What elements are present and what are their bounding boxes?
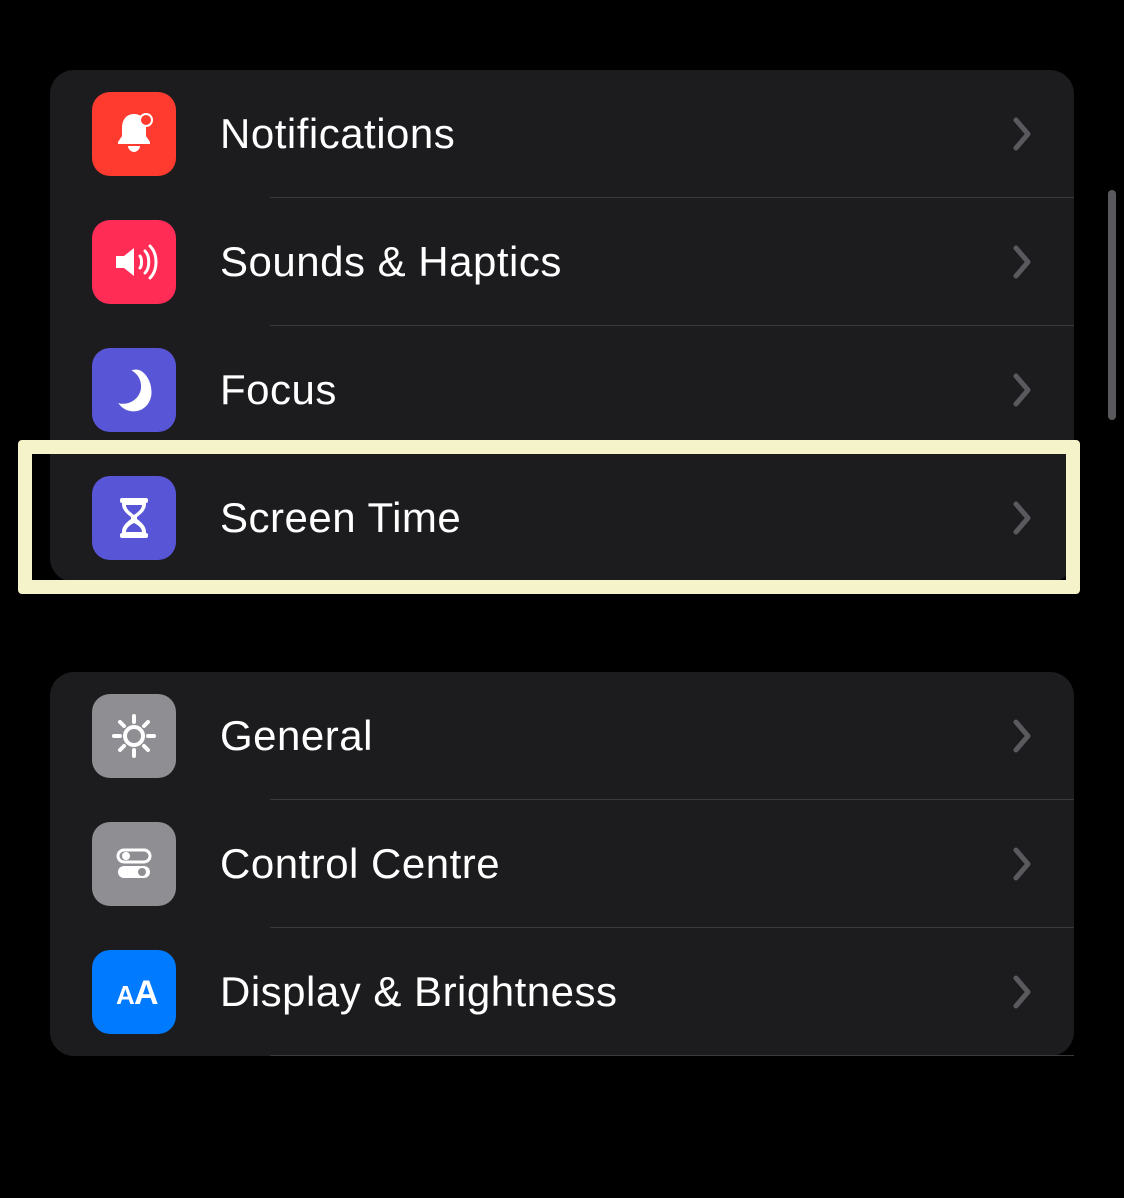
settings-row-control-centre[interactable]: Control Centre — [50, 800, 1074, 928]
settings-section-2: General <843 d="M4 4 L16 18 L4 32" strok… — [50, 672, 1074, 1056]
settings-row-label: Control Centre — [220, 840, 1012, 888]
chevron-right-icon: <843 d="M4 4 L16 18 L4 32" stroke="#5a5a… — [1012, 718, 1034, 754]
chevron-right-icon — [1012, 116, 1034, 152]
gear-icon — [92, 694, 176, 778]
chevron-right-icon — [1012, 500, 1034, 536]
bell-badge-icon — [92, 92, 176, 176]
settings-row-sounds-haptics[interactable]: Sounds & Haptics — [50, 198, 1074, 326]
text-size-icon: A A — [92, 950, 176, 1034]
speaker-wave-icon — [92, 220, 176, 304]
row-separator — [270, 1055, 1074, 1056]
svg-text:A: A — [134, 974, 159, 1012]
settings-row-label: Display & Brightness — [220, 968, 1012, 1016]
settings-row-label: Notifications — [220, 110, 1012, 158]
toggles-icon — [92, 822, 176, 906]
chevron-right-icon — [1012, 244, 1034, 280]
settings-row-focus[interactable]: Focus — [50, 326, 1074, 454]
settings-row-screen-time[interactable]: Screen Time — [50, 454, 1074, 582]
settings-section-1: Notifications Sounds & Haptics — [50, 70, 1074, 582]
settings-row-notifications[interactable]: Notifications — [50, 70, 1074, 198]
hourglass-icon — [92, 476, 176, 560]
settings-row-display-brightness[interactable]: A A Display & Brightness — [50, 928, 1074, 1056]
scrollbar[interactable] — [1108, 190, 1116, 420]
chevron-right-icon — [1012, 846, 1034, 882]
settings-row-label: Focus — [220, 366, 1012, 414]
chevron-right-icon — [1012, 372, 1034, 408]
moon-icon — [92, 348, 176, 432]
settings-row-label: General — [220, 712, 1012, 760]
svg-text:A: A — [116, 980, 135, 1010]
settings-row-general[interactable]: General <843 d="M4 4 L16 18 L4 32" strok… — [50, 672, 1074, 800]
chevron-right-icon — [1012, 974, 1034, 1010]
settings-row-label: Sounds & Haptics — [220, 238, 1012, 286]
settings-row-label: Screen Time — [220, 494, 1012, 542]
